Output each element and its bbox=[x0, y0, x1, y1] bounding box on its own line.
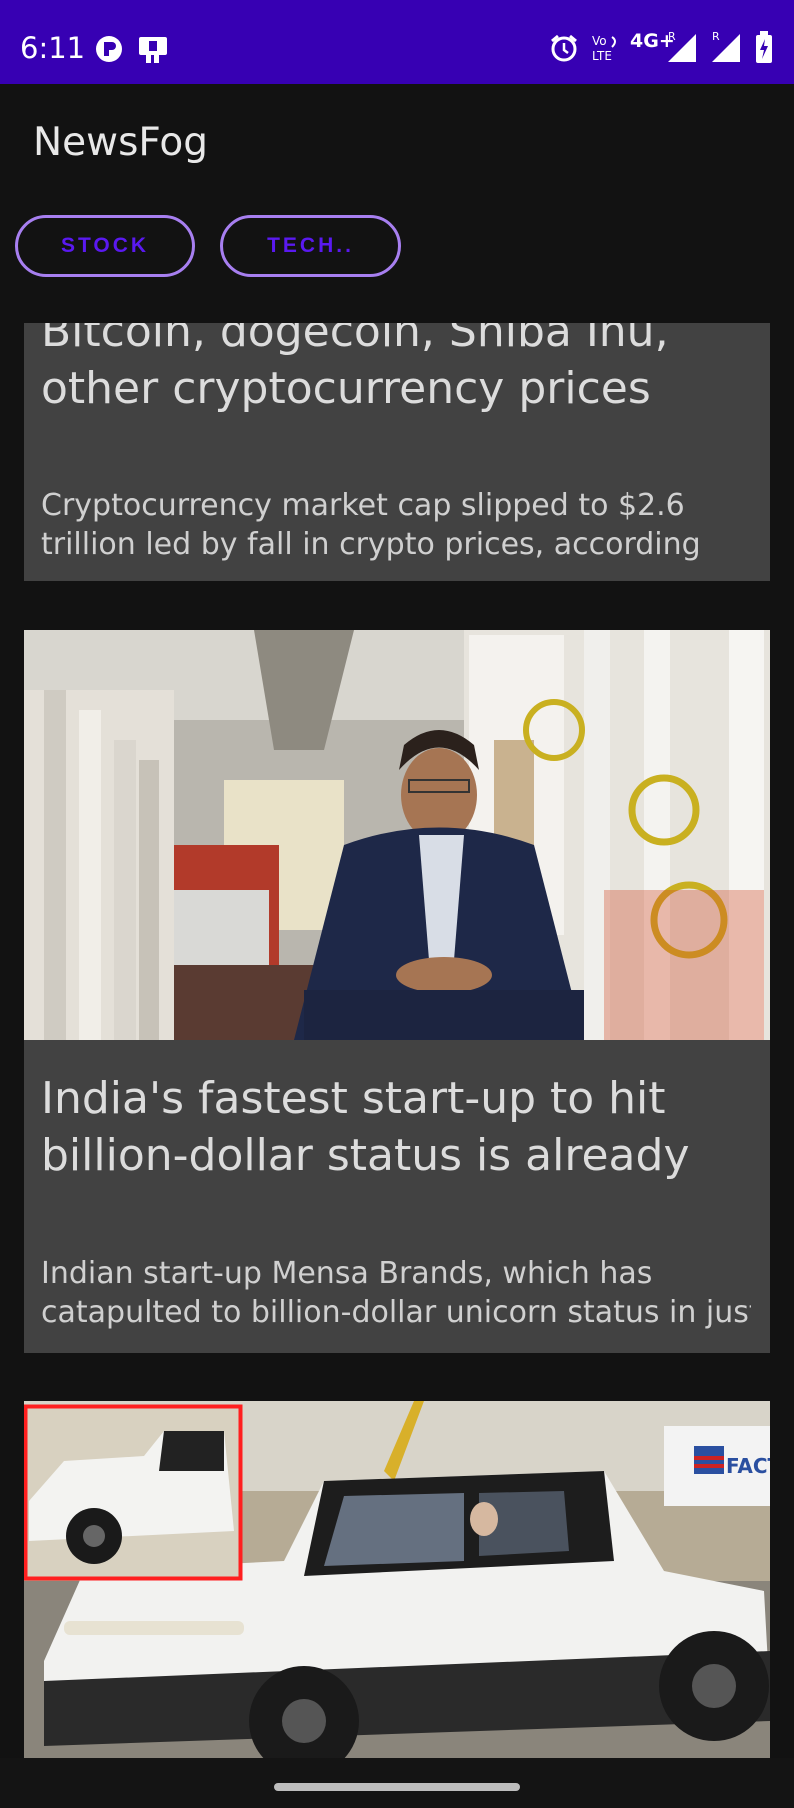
volte-icon: Vo LTE bbox=[592, 34, 616, 63]
news-card[interactable]: FACTORY ZERO bbox=[24, 1401, 770, 1758]
article-description-line: Cryptocurrency market cap slipped to $2.… bbox=[41, 488, 685, 523]
signal-icon: R bbox=[668, 30, 696, 62]
svg-text:LTE: LTE bbox=[592, 49, 612, 63]
status-bar: 6:11 Vo LTE 4G+ R R bbox=[0, 0, 794, 84]
news-feed[interactable]: Bitcoin, dogecoin, Shiba Inu, other cryp… bbox=[0, 323, 794, 1758]
battery-charging-icon bbox=[756, 31, 772, 63]
article-title-line: India's fastest start-up to hit bbox=[41, 1073, 666, 1124]
status-time: 6:11 bbox=[20, 31, 86, 65]
svg-text:R: R bbox=[712, 30, 720, 43]
home-indicator[interactable] bbox=[274, 1783, 520, 1791]
alarm-icon bbox=[551, 34, 577, 62]
app-title: NewsFog bbox=[33, 120, 209, 165]
news-card[interactable]: India's fastest start-up to hit billion-… bbox=[24, 630, 770, 1353]
svg-text:Vo: Vo bbox=[592, 34, 607, 48]
navigation-bar bbox=[0, 1758, 794, 1808]
svg-text:R: R bbox=[668, 30, 676, 43]
news-card[interactable]: Bitcoin, dogecoin, Shiba Inu, other cryp… bbox=[24, 323, 770, 581]
article-title-line: billion-dollar status is already bbox=[41, 1130, 690, 1181]
factory-zero-sign: FACTORY ZERO bbox=[726, 1454, 770, 1478]
app-bar: NewsFog bbox=[0, 84, 794, 200]
article-description-line: trillion led by fall in crypto prices, a… bbox=[41, 527, 701, 562]
article-title: Bitcoin, dogecoin, Shiba Inu, other cryp… bbox=[41, 323, 751, 417]
article-description-line: catapulted to billion-dollar unicorn sta… bbox=[41, 1295, 751, 1330]
article-description: Cryptocurrency market cap slipped to $2.… bbox=[41, 486, 751, 564]
article-description: Indian start-up Mensa Brands, which has … bbox=[41, 1254, 751, 1332]
article-image[interactable]: FACTORY ZERO bbox=[24, 1401, 770, 1758]
clipboard-icon bbox=[139, 37, 167, 63]
article-title-line: Bitcoin, dogecoin, Shiba Inu, bbox=[41, 323, 669, 357]
chip-stock[interactable]: STOCK bbox=[15, 215, 195, 277]
chip-tech[interactable]: TECH.. bbox=[220, 215, 401, 277]
article-image[interactable] bbox=[24, 630, 770, 1040]
article-title: India's fastest start-up to hit billion-… bbox=[41, 1070, 751, 1184]
app-notification-icon bbox=[96, 36, 122, 62]
article-description-line: Indian start-up Mensa Brands, which has bbox=[41, 1256, 653, 1291]
signal-icon-2: R bbox=[712, 30, 740, 62]
article-title-line: other cryptocurrency prices bbox=[41, 363, 651, 414]
